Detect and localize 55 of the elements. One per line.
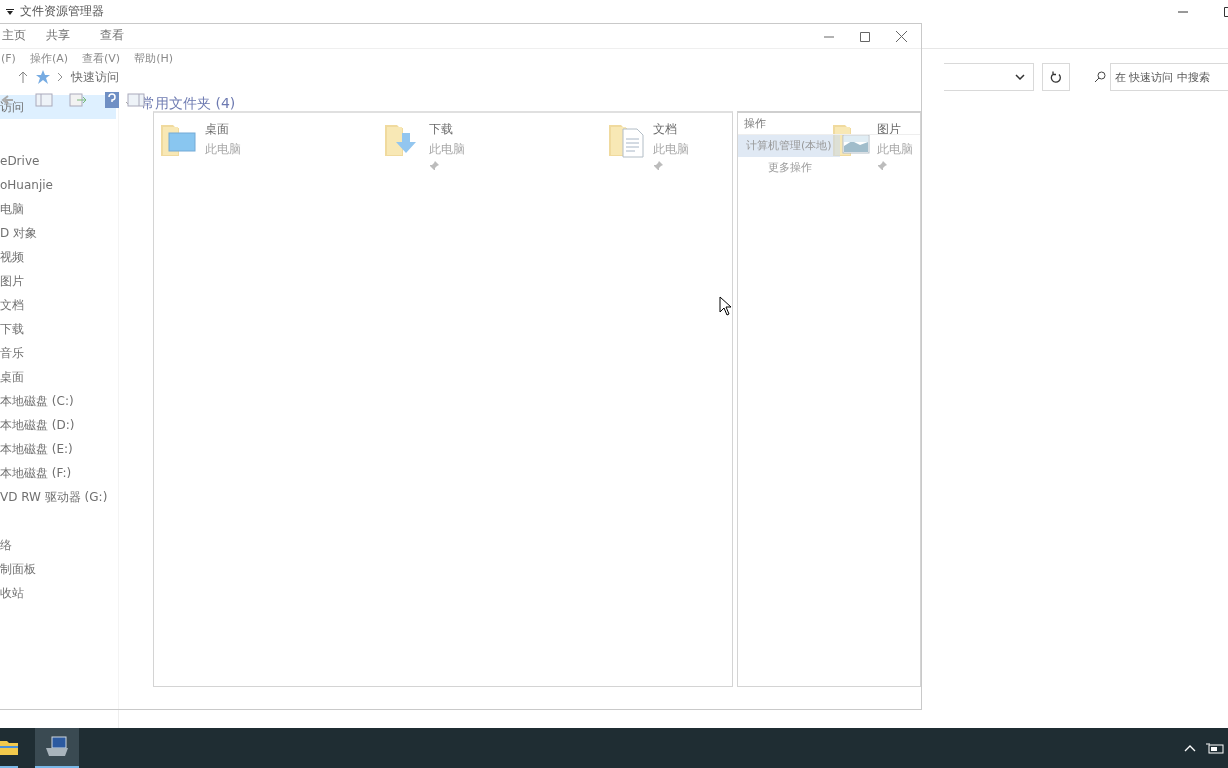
menu-item[interactable]: 查看(V) bbox=[82, 50, 121, 66]
cursor-icon bbox=[719, 296, 732, 316]
folder-icon bbox=[0, 739, 18, 755]
nav-item[interactable]: oHuanjie bbox=[0, 173, 118, 197]
nav-item[interactable]: eDrive bbox=[0, 149, 118, 173]
nav-item[interactable]: 视频 bbox=[0, 245, 118, 269]
star-icon bbox=[36, 70, 50, 84]
nav-item[interactable]: 络 bbox=[0, 533, 118, 557]
nav-item[interactable]: 桌面 bbox=[0, 365, 118, 389]
folder-name[interactable]: 下载 bbox=[429, 121, 465, 138]
ribbon-tab[interactable]: 主页 bbox=[0, 27, 36, 44]
nav-item[interactable]: 制面板 bbox=[0, 557, 118, 581]
ribbon-tab[interactable]: 共享 bbox=[36, 27, 80, 44]
folder-location: 此电脑 bbox=[653, 141, 689, 158]
refresh-button[interactable] bbox=[1042, 63, 1070, 91]
battery-icon[interactable] bbox=[1206, 742, 1224, 754]
search-field[interactable]: 在 快速访问 中搜索 bbox=[1110, 63, 1228, 91]
nav-item[interactable]: 收站 bbox=[0, 581, 118, 605]
chevron-right-icon bbox=[58, 73, 63, 81]
folder-name[interactable]: 桌面 bbox=[205, 121, 241, 138]
nav-item[interactable]: 电脑 bbox=[0, 197, 118, 221]
computer-icon bbox=[44, 736, 70, 758]
nav-item[interactable]: VD RW 驱动器 (G:) bbox=[0, 485, 118, 509]
search-icon[interactable] bbox=[1094, 71, 1106, 83]
breadcrumb[interactable]: 快速访问 bbox=[71, 68, 119, 86]
help-icon[interactable] bbox=[105, 92, 119, 108]
action-item[interactable]: 更多操作 bbox=[738, 157, 820, 179]
nav-item[interactable]: 本地磁盘 (C:) bbox=[0, 389, 118, 413]
dropdown-icon[interactable] bbox=[6, 8, 14, 15]
folder-name[interactable]: 文档 bbox=[653, 121, 689, 138]
menu-item[interactable]: (F) bbox=[1, 51, 16, 65]
up-arrow-icon[interactable] bbox=[18, 71, 28, 83]
nav-item[interactable]: 文档 bbox=[0, 293, 118, 317]
folder-location: 此电脑 bbox=[205, 141, 241, 158]
nav-item[interactable]: 下载 bbox=[0, 317, 118, 341]
nav-item[interactable]: 图片 bbox=[0, 269, 118, 293]
nav-item[interactable]: 音乐 bbox=[0, 341, 118, 365]
nav-item[interactable]: 本地磁盘 (D:) bbox=[0, 413, 118, 437]
folder-location: 此电脑 bbox=[877, 141, 913, 158]
chevron-up-icon[interactable] bbox=[1184, 744, 1196, 752]
maximize-icon[interactable] bbox=[860, 31, 870, 42]
refresh-icon bbox=[1050, 70, 1062, 84]
window-title: 文件资源管理器 bbox=[20, 3, 104, 20]
taskbar-app[interactable] bbox=[35, 728, 79, 768]
menu-item[interactable]: 操作(A) bbox=[29, 50, 69, 66]
folder-location: 此电脑 bbox=[429, 141, 465, 158]
ribbon-tab[interactable]: 查看 bbox=[80, 27, 134, 44]
maximize-icon[interactable] bbox=[1224, 6, 1228, 17]
menu-item[interactable]: 帮助(H) bbox=[134, 50, 173, 66]
nav-item[interactable]: 本地磁盘 (E:) bbox=[0, 437, 118, 461]
nav-item[interactable]: 本地磁盘 (F:) bbox=[0, 461, 118, 485]
folder-name[interactable]: 图片 bbox=[877, 121, 913, 138]
close-icon[interactable] bbox=[896, 31, 907, 42]
chevron-down-icon[interactable] bbox=[1015, 74, 1025, 80]
nav-item[interactable]: D 对象 bbox=[0, 221, 118, 245]
